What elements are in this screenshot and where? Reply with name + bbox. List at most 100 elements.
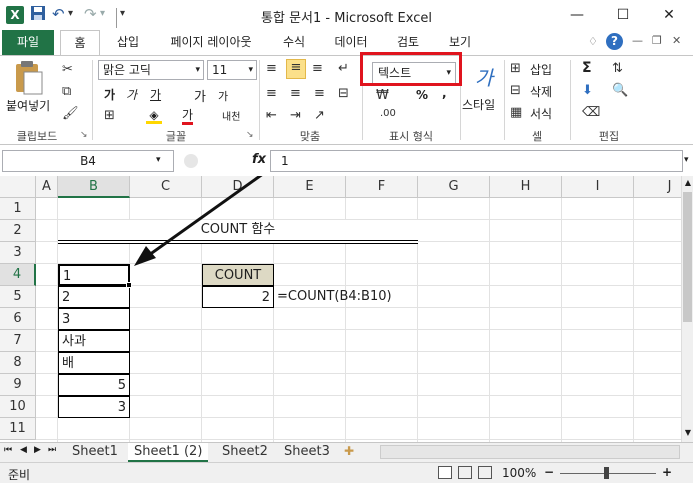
dialog-launcher-icon[interactable]: ↘	[246, 130, 254, 140]
paste-icon[interactable]	[12, 60, 44, 96]
increase-indent-icon[interactable]: ⇥	[290, 108, 301, 123]
styles-icon[interactable]: 가	[470, 62, 498, 90]
insert-cells-button[interactable]: 삽입	[530, 61, 552, 78]
horizontal-scrollbar[interactable]	[380, 445, 680, 459]
first-sheet-icon[interactable]: ⏮	[4, 445, 12, 455]
formula-input[interactable]: 1	[270, 150, 683, 172]
font-color-button[interactable]: 가	[182, 108, 194, 125]
delete-cells-button[interactable]: 삭제	[530, 83, 552, 100]
currency-icon[interactable]: ₩	[376, 88, 389, 103]
collapse-ribbon-icon[interactable]: ♢	[588, 35, 598, 48]
tab-file[interactable]: 파일	[2, 30, 54, 55]
sheet-tab-sheet1-2[interactable]: Sheet1 (2)	[128, 443, 209, 462]
ribbon-restore-icon[interactable]: ❐	[652, 34, 662, 47]
shrink-font-button[interactable]: 가	[218, 88, 228, 104]
tab-insert[interactable]: 삽입	[108, 30, 148, 55]
orientation-icon[interactable]: ↗	[314, 108, 325, 123]
format-cells-icon[interactable]: ▦	[510, 105, 522, 120]
sort-filter-icon[interactable]: ⇅	[612, 61, 623, 76]
align-right-icon[interactable]: ≡	[314, 86, 325, 101]
formula-value: 1	[281, 154, 289, 168]
group-label-alignment: 맞춤	[299, 130, 321, 143]
ribbon-minimize-icon[interactable]: —	[632, 34, 643, 47]
separator	[259, 60, 260, 140]
autosum-button[interactable]: Σ	[582, 60, 592, 76]
cut-icon[interactable]: ✂	[62, 62, 73, 77]
comma-button[interactable]: ,	[442, 86, 447, 100]
help-icon[interactable]: ?	[606, 33, 623, 50]
prev-sheet-icon[interactable]: ◀	[20, 445, 27, 455]
tab-page-layout[interactable]: 페이지 레이아웃	[156, 30, 266, 55]
sheet-tab-sheet2[interactable]: Sheet2	[216, 443, 274, 462]
scroll-up-icon[interactable]: ▲	[682, 178, 693, 187]
ribbon: 붙여넣기 ✂ ⧉ 🖌 클립보드 ↘ 맑은 고딕 ▾ 11 ▾ 가 가 가 가 가 ⊞…	[0, 55, 693, 145]
align-middle-icon[interactable]: ≡	[286, 59, 306, 79]
fill-icon[interactable]: ⬇	[582, 83, 593, 98]
align-left-icon[interactable]: ≡	[266, 86, 277, 101]
status-bar: 준비 100% − +	[0, 462, 693, 483]
next-sheet-icon[interactable]: ▶	[34, 445, 41, 455]
group-label-cells: 셀	[531, 130, 543, 143]
find-select-icon[interactable]: 🔍	[612, 83, 628, 98]
separator	[570, 60, 571, 140]
decrease-indent-icon[interactable]: ⇤	[266, 108, 277, 123]
worksheet-grid[interactable]: A B C D E F G H I J 1 2 3 4 5 6 7 8 9 10…	[0, 176, 681, 442]
zoom-slider-thumb[interactable]	[604, 467, 609, 479]
page-layout-view-icon[interactable]	[458, 466, 472, 479]
insert-function-button[interactable]: fx	[252, 152, 266, 167]
sheet-tab-sheet1[interactable]: Sheet1	[66, 443, 124, 462]
zoom-level[interactable]: 100%	[502, 466, 536, 480]
zoom-in-button[interactable]: +	[662, 465, 672, 479]
ribbon-close-icon[interactable]: ✕	[672, 34, 681, 47]
annotation-highlight-box	[360, 52, 462, 86]
underline-button[interactable]: 가	[150, 86, 161, 103]
styles-button[interactable]: 스타일	[462, 96, 495, 113]
insert-cells-icon[interactable]: ⊞	[510, 61, 521, 76]
tab-formulas[interactable]: 수식	[274, 30, 314, 55]
new-sheet-icon[interactable]: ✚	[344, 444, 354, 458]
namebox-dropdown-icon[interactable]: ▾	[156, 155, 161, 165]
delete-cells-icon[interactable]: ⊟	[510, 83, 521, 98]
separator	[92, 60, 93, 140]
wrap-text-icon[interactable]: ↵	[338, 61, 349, 76]
formula-bar-handle-icon[interactable]	[184, 154, 198, 168]
scroll-thumb[interactable]	[683, 192, 692, 322]
clear-icon[interactable]: ⌫	[582, 105, 600, 120]
format-cells-button[interactable]: 서식	[530, 105, 552, 122]
align-top-icon[interactable]: ≡	[266, 61, 277, 76]
align-center-icon[interactable]: ≡	[290, 86, 301, 101]
last-sheet-icon[interactable]: ⏭	[48, 445, 56, 455]
expand-formula-bar-icon[interactable]: ▾	[684, 155, 689, 165]
dialog-launcher-icon[interactable]: ↘	[80, 130, 88, 140]
paste-button[interactable]: 붙여넣기	[6, 97, 50, 114]
format-painter-icon[interactable]: 🖌	[62, 106, 79, 121]
status-ready: 준비	[8, 468, 31, 482]
tab-home[interactable]: 홈	[60, 30, 100, 56]
copy-icon[interactable]: ⧉	[62, 84, 71, 99]
scroll-down-icon[interactable]: ▼	[682, 428, 693, 437]
group-label-clipboard: 클립보드	[16, 130, 58, 143]
close-button[interactable]: ✕	[646, 0, 692, 30]
fill-color-icon[interactable]: ◈	[146, 108, 162, 124]
name-box[interactable]: B4	[2, 150, 174, 172]
align-bottom-icon[interactable]: ≡	[312, 61, 323, 76]
sheet-tab-sheet3[interactable]: Sheet3	[278, 443, 336, 462]
border-icon[interactable]: ⊞	[104, 108, 115, 123]
bold-button[interactable]: 가	[104, 86, 115, 103]
font-size-select[interactable]: 11 ▾	[207, 60, 257, 80]
restore-button[interactable]: ☐	[600, 0, 646, 30]
group-label-editing: 편집	[598, 130, 620, 143]
vertical-scrollbar[interactable]: ▲ ▼	[681, 176, 693, 442]
increase-decimal-icon[interactable]: .00	[380, 108, 396, 119]
zoom-out-button[interactable]: −	[544, 465, 554, 479]
font-name-select[interactable]: 맑은 고딕 ▾	[98, 60, 204, 80]
merge-center-icon[interactable]: ⊟	[338, 86, 349, 101]
grow-font-button[interactable]: 가	[194, 86, 206, 105]
font-name-value: 맑은 고딕	[103, 63, 151, 77]
page-break-view-icon[interactable]	[478, 466, 492, 479]
percent-button[interactable]: %	[416, 88, 428, 102]
normal-view-icon[interactable]	[438, 466, 452, 479]
phonetic-button[interactable]: 내천	[222, 108, 240, 123]
italic-button[interactable]: 가	[126, 86, 137, 103]
minimize-button[interactable]: —	[554, 0, 600, 30]
